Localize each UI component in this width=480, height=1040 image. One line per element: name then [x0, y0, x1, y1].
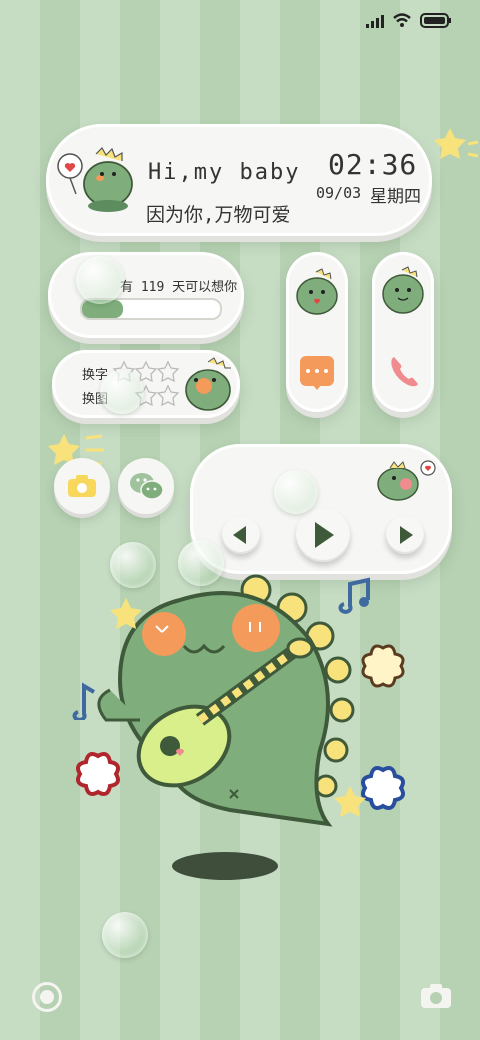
counter-widget[interactable]: 有 119 天可以想你: [48, 252, 244, 338]
clock-weekday: 星期四: [370, 187, 421, 207]
dino-angry-icon: [377, 460, 436, 501]
star-decoration: [434, 128, 479, 159]
dino-bubble: [274, 470, 318, 514]
phone-app-card[interactable]: [372, 252, 434, 412]
next-button[interactable]: [386, 516, 424, 554]
clock-widget[interactable]: Hi,my baby 因为你,万物可爱 02:36 09/03 星期四: [46, 124, 432, 236]
prev-icon: [233, 526, 246, 544]
home-circle-button[interactable]: [32, 982, 62, 1012]
camera-app-button[interactable]: [54, 458, 110, 514]
theme-widget[interactable]: 换字 换图: [52, 350, 240, 418]
clock-time[interactable]: 02:36: [328, 148, 417, 181]
clock-date: 09/03: [316, 184, 362, 202]
dino-bubble: [102, 912, 148, 958]
message-app-card[interactable]: [286, 252, 348, 412]
music-note-decoration: [72, 682, 96, 720]
dino-bubble: [76, 256, 124, 304]
dino-love-icon: [57, 147, 133, 212]
wechat-app-button[interactable]: [118, 458, 174, 514]
play-icon: [315, 522, 334, 548]
counter-text: 有 119 天可以想你: [120, 280, 238, 295]
camera-shortcut-icon[interactable]: [420, 982, 452, 1010]
dino-bubble: [100, 370, 144, 414]
star-decoration: [334, 786, 366, 817]
flower-decoration: [76, 752, 120, 796]
dino-heart-icon: [296, 268, 338, 315]
music-note-decoration: [338, 577, 370, 614]
phone-icon[interactable]: [388, 354, 420, 388]
camera-icon: [68, 475, 96, 497]
dino-eating-icon: [185, 357, 231, 411]
next-icon: [400, 526, 413, 544]
wechat-icon: [130, 473, 164, 500]
battery-icon: [420, 13, 451, 28]
message-icon[interactable]: [300, 356, 334, 390]
play-button[interactable]: [296, 508, 350, 562]
shadow-decoration: [172, 852, 278, 880]
prev-button[interactable]: [222, 516, 260, 554]
star-decoration: [110, 598, 142, 629]
music-widget[interactable]: [190, 444, 452, 574]
signal-icon: [366, 15, 384, 28]
status-bar: [366, 12, 456, 30]
wifi-icon: [393, 13, 411, 27]
flower-decoration: [361, 644, 405, 688]
greeting-text: Hi,my baby: [148, 160, 301, 185]
tagline-text: 因为你,万物可爱: [146, 204, 291, 226]
dino-smile-icon: [382, 266, 424, 314]
